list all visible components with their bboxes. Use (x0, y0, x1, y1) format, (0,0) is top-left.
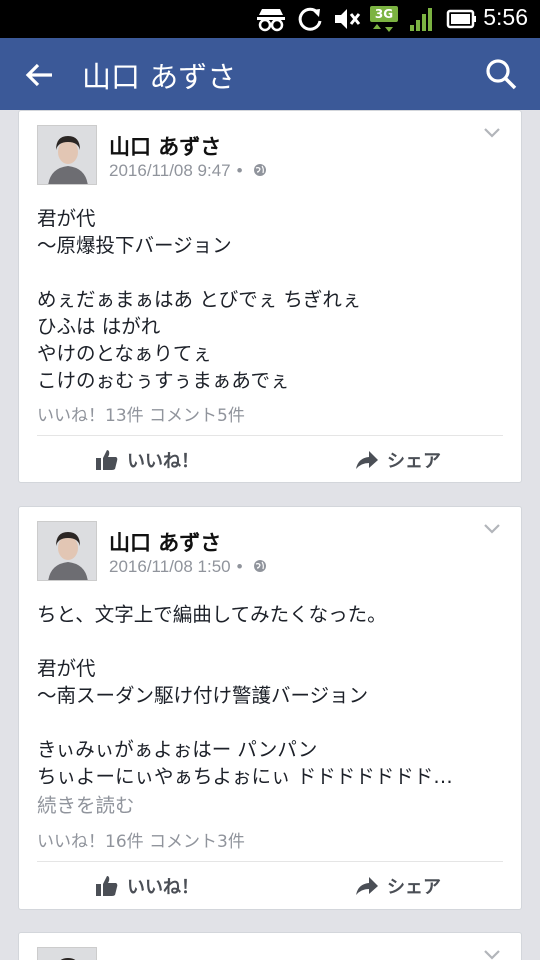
chevron-down-icon[interactable] (483, 949, 501, 960)
post-text: 君が代 〜原爆投下バージョン めぇだぁまぁはあ とびでぇ ちぎれぇ ひふは はが… (37, 207, 362, 392)
like-button[interactable]: いいね！ (95, 447, 199, 473)
battery-icon (446, 9, 476, 29)
post-card: 山口 あずさ 2016/11/08 1:50 • ちと、文字上で編曲してみたくなっ… (18, 506, 522, 910)
search-icon[interactable] (484, 57, 518, 91)
avatar[interactable] (37, 125, 97, 185)
thumbs-up-icon (96, 450, 118, 470)
mute-icon (335, 9, 361, 29)
share-arrow-icon (356, 451, 378, 469)
avatar[interactable] (37, 521, 97, 581)
globe-icon (253, 164, 266, 176)
share-button[interactable]: シェア (355, 447, 441, 473)
post-author[interactable]: 山口 あずさ (109, 131, 221, 161)
like-label: いいね！ (127, 877, 199, 898)
like-button[interactable]: いいね！ (95, 873, 199, 899)
chevron-down-icon[interactable] (483, 523, 501, 535)
post-card: 山口 あずさ 2016/11/08 9:47 • 君が代 〜原爆投下バージョン め… (18, 110, 522, 483)
data-arrows-icon (373, 24, 393, 32)
post-timestamp[interactable]: 2016/11/08 1:50 (109, 557, 231, 576)
post-author[interactable]: 山口 あずさ (109, 527, 221, 557)
post-card (18, 932, 522, 960)
share-label: シェア (387, 451, 441, 472)
back-arrow-icon[interactable] (22, 57, 58, 93)
signal-icon (410, 8, 432, 31)
thumbs-up-icon (96, 876, 118, 896)
sync-icon (298, 7, 322, 31)
divider (37, 435, 503, 436)
like-label: いいね！ (127, 451, 199, 472)
post-meta: 2016/11/08 9:47 • (109, 161, 267, 181)
share-label: シェア (387, 877, 441, 898)
post-meta: 2016/11/08 1:50 • (109, 557, 267, 577)
app-bar: 山口 あずさ (0, 38, 540, 110)
share-button[interactable]: シェア (355, 873, 441, 899)
status-bar: 3G 5:56 (0, 0, 540, 38)
divider (37, 861, 503, 862)
share-arrow-icon (356, 877, 378, 895)
post-stats[interactable]: いいね！16件 コメント3件 (37, 827, 245, 852)
page-title: 山口 あずさ (82, 60, 237, 94)
post-text: ちと、文字上で編曲してみたくなった。 君が代 〜南スーダン駆け付け警護バージョン… (37, 603, 453, 788)
see-more-link[interactable]: 続きを読む (37, 789, 135, 818)
avatar[interactable] (37, 947, 97, 960)
post-stats[interactable]: いいね！13件 コメント5件 (37, 401, 245, 426)
incognito-icon (257, 9, 285, 32)
post-timestamp[interactable]: 2016/11/08 9:47 (109, 161, 231, 180)
timeline-feed[interactable]: 山口 あずさ 2016/11/08 9:47 • 君が代 〜原爆投下バージョン め… (0, 110, 540, 960)
network-type-badge: 3G (370, 6, 398, 22)
clock: 5:56 (483, 4, 528, 30)
chevron-down-icon[interactable] (483, 127, 501, 139)
globe-icon (253, 560, 266, 572)
